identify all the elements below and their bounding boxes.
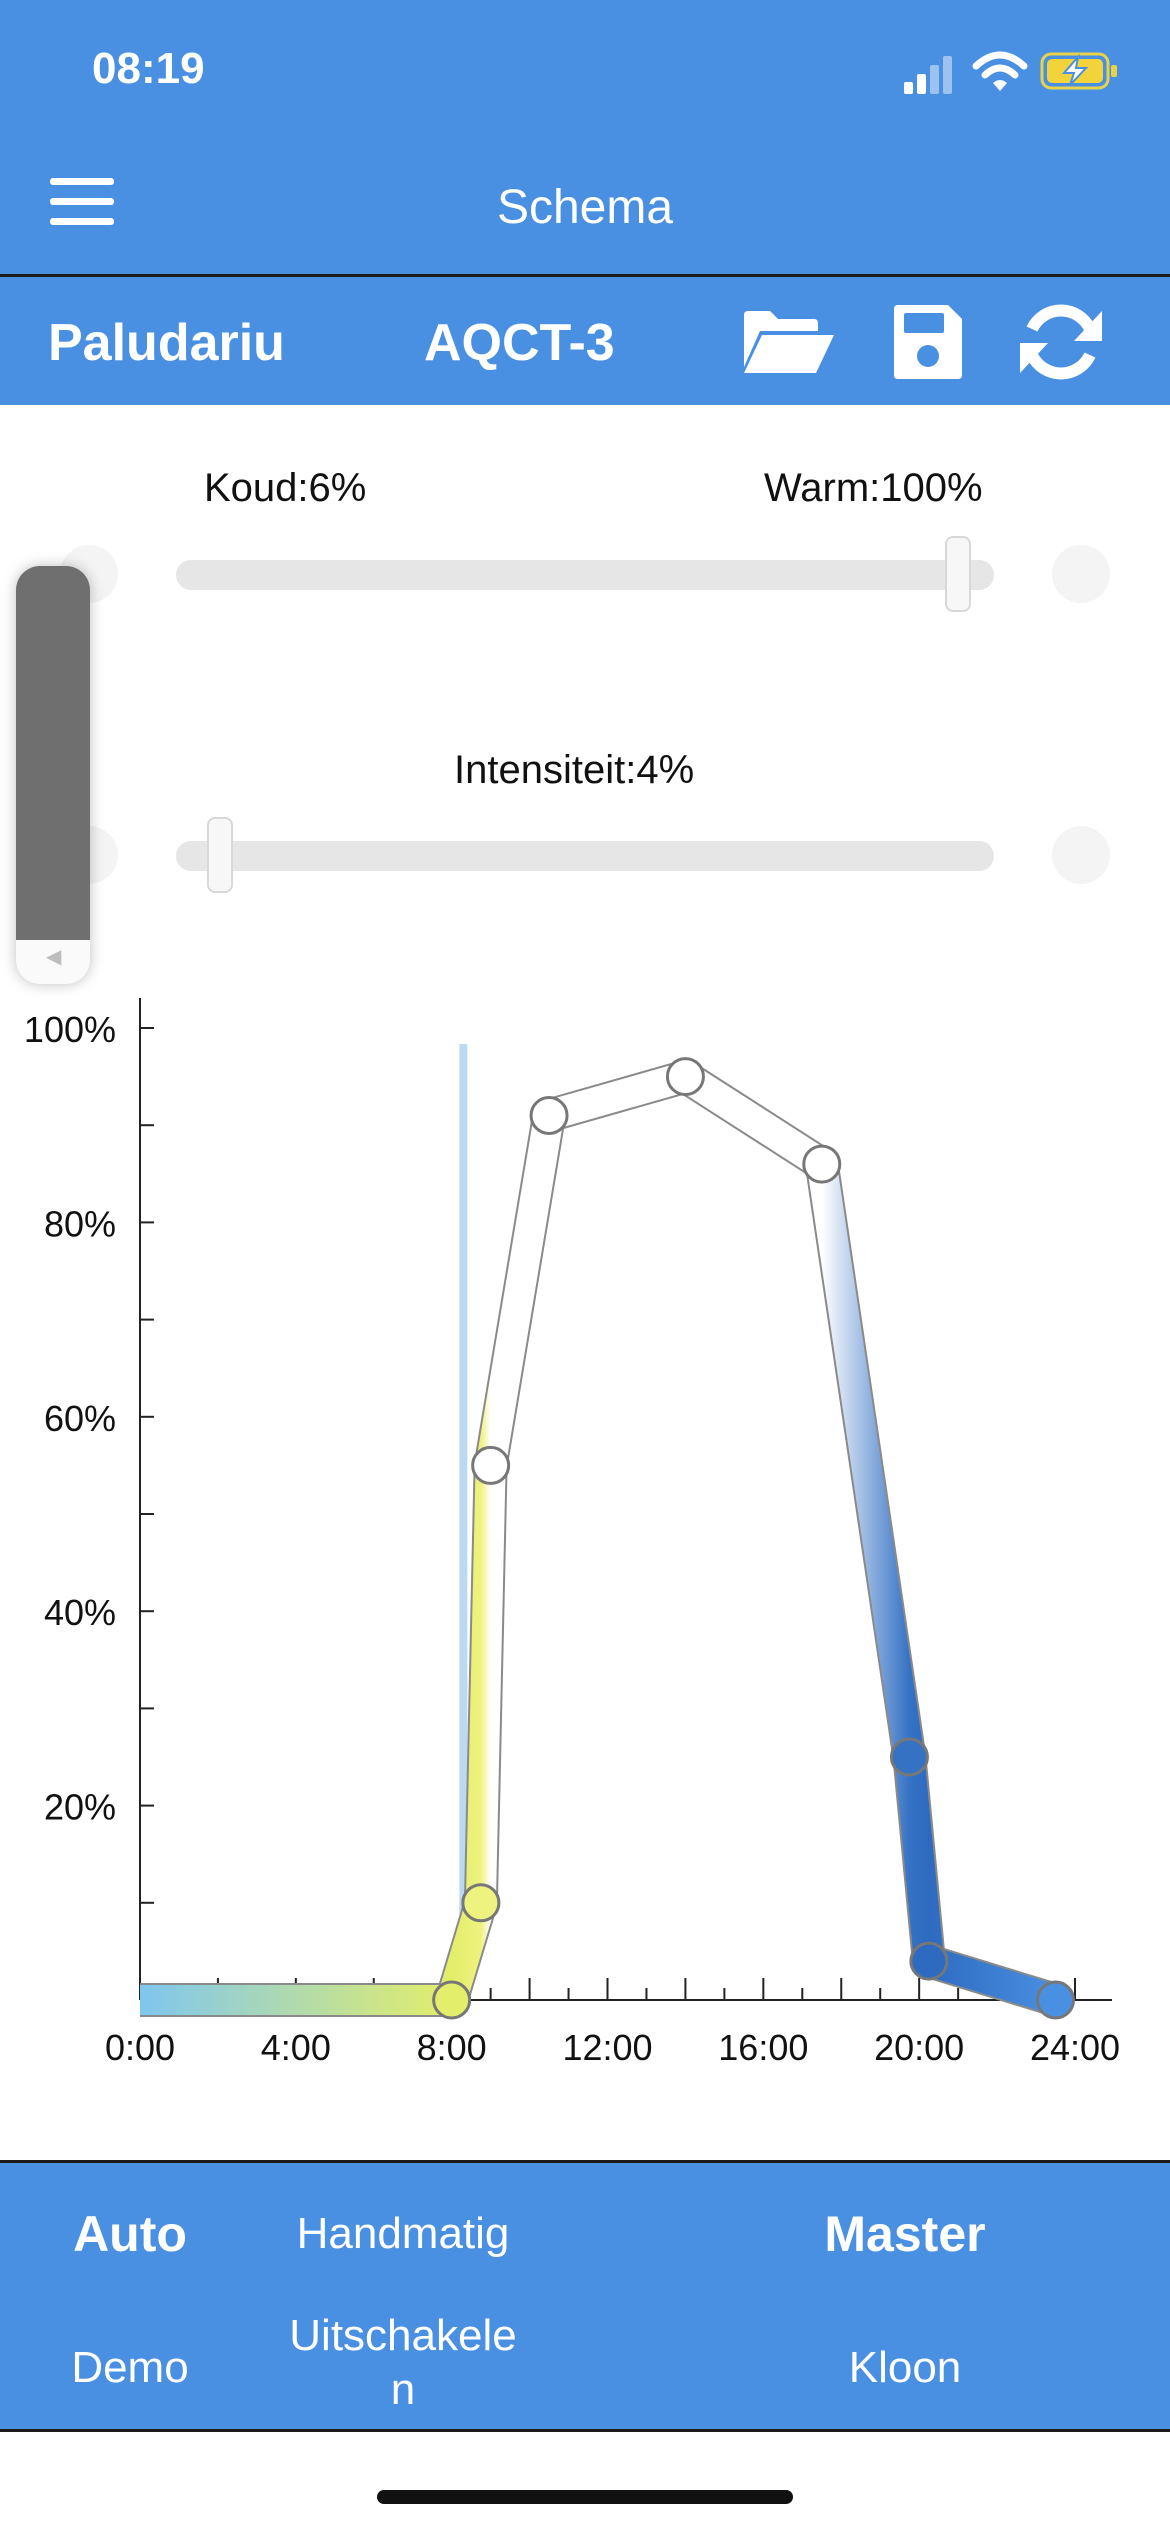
schedule-point[interactable]	[889, 1737, 929, 1777]
schedule-point[interactable]	[802, 1144, 842, 1184]
x-tick-label: 24:00	[1030, 2027, 1120, 2068]
intensity-plus-button[interactable]	[1052, 826, 1110, 884]
tab-master[interactable]: Master	[760, 2205, 1050, 2263]
wifi-icon	[972, 51, 1028, 91]
volume-level-fill	[16, 566, 90, 940]
home-indicator	[377, 2490, 793, 2504]
tab-handmatig[interactable]: Handmatig	[250, 2209, 556, 2259]
volume-hud: ◀	[16, 566, 90, 984]
y-tick-label: 80%	[44, 1203, 116, 1244]
mode-tab-bar: Auto Handmatig Master Demo Uitschakele n…	[0, 2160, 1170, 2432]
cold-label: Koud:6%	[204, 466, 367, 510]
schedule-point[interactable]	[529, 1095, 569, 1135]
schedule-point[interactable]	[471, 1445, 511, 1485]
y-tick-label: 100%	[24, 1009, 116, 1050]
warm-label: Warm:100%	[764, 466, 983, 510]
schedule-point[interactable]	[909, 1941, 949, 1981]
folder-open-icon[interactable]	[740, 307, 836, 377]
y-tick-label: 40%	[44, 1592, 116, 1633]
intensity-label: Intensiteit:4%	[454, 748, 695, 792]
color-slider-thumb[interactable]	[945, 536, 971, 612]
status-time: 08:19	[92, 44, 205, 93]
page-title: Schema	[496, 181, 674, 234]
navigation-bar: Schema	[0, 140, 1170, 277]
x-tick-label: 0:00	[105, 2027, 175, 2068]
device-bar: Paludariu AQCT-3	[0, 277, 1170, 405]
group-name[interactable]: Paludariu	[48, 313, 285, 373]
x-tick-label: 4:00	[261, 2027, 331, 2068]
tab-kloon[interactable]: Kloon	[760, 2343, 1050, 2393]
color-temperature-slider[interactable]	[176, 560, 994, 590]
schedule-chart[interactable]: 20% 40% 60% 80% 100% 0:00 4:00 8:00 12:00 16:00 20…	[0, 960, 1170, 2100]
intensity-slider-thumb[interactable]	[207, 817, 233, 893]
device-name[interactable]: AQCT-3	[424, 313, 615, 373]
y-tick-label: 60%	[44, 1398, 116, 1439]
schedule-line	[140, 1061, 1060, 2015]
status-bar: 08:19	[0, 0, 1170, 140]
refresh-icon[interactable]	[1018, 299, 1104, 385]
x-tick-label: 16:00	[718, 2027, 808, 2068]
schedule-point[interactable]	[461, 1883, 501, 1923]
x-tick-label: 8:00	[417, 2027, 487, 2068]
schedule-point[interactable]	[1036, 1980, 1076, 2020]
tab-uitschakelen[interactable]: Uitschakele n	[250, 2309, 556, 2417]
x-tick-label: 12:00	[562, 2027, 652, 2068]
save-icon[interactable]	[890, 301, 966, 381]
tab-auto[interactable]: Auto	[30, 2205, 230, 2263]
intensity-slider[interactable]	[176, 841, 994, 871]
battery-charging-icon	[1040, 52, 1117, 90]
schedule-point[interactable]	[665, 1057, 705, 1097]
tab-demo[interactable]: Demo	[30, 2343, 230, 2393]
cellular-signal-icon	[904, 56, 952, 94]
color-plus-button[interactable]	[1052, 545, 1110, 603]
schedule-point[interactable]	[432, 1980, 472, 2020]
x-tick-label: 20:00	[874, 2027, 964, 2068]
y-tick-label: 20%	[44, 1787, 116, 1828]
